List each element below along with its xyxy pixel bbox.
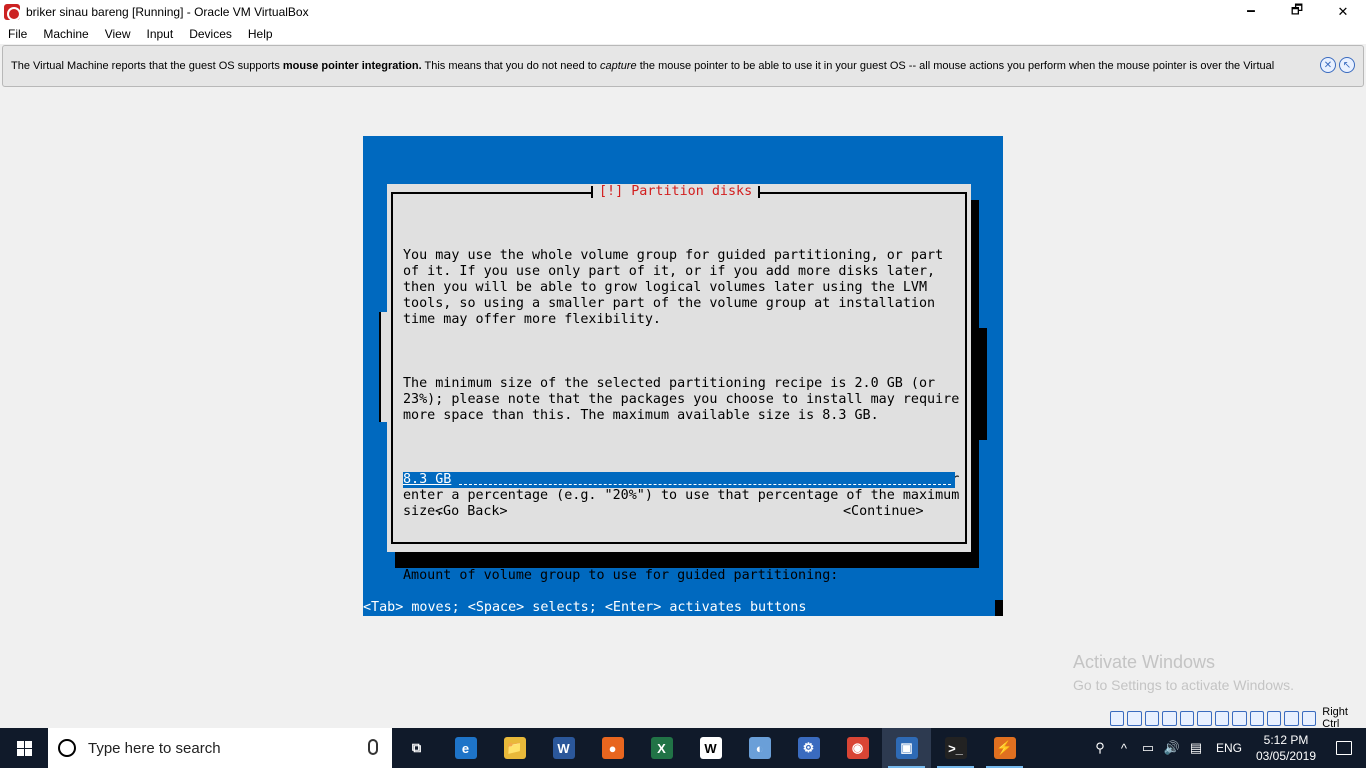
volume-size-value[interactable]: 8.3 GB <box>403 472 452 487</box>
network-tray-icon[interactable]: ▤ <box>1184 740 1208 756</box>
window-titlebar: briker sinau bareng [Running] - Oracle V… <box>0 0 1366 24</box>
taskbar-app-tool[interactable]: ⚡ <box>980 728 1029 768</box>
volume-icon[interactable]: 🔊 <box>1160 740 1184 756</box>
window-title: briker sinau bareng [Running] - Oracle V… <box>26 5 309 19</box>
action-center-button[interactable] <box>1322 741 1366 755</box>
menu-devices[interactable]: Devices <box>183 27 238 41</box>
clock-time: 5:12 PM <box>1263 733 1309 747</box>
partition-disks-dialog: [!] Partition disks You may use the whol… <box>387 184 971 583</box>
taskbar-app-mail[interactable]: ◐ <box>735 728 784 768</box>
firefox-icon: ● <box>601 737 624 759</box>
start-button[interactable] <box>0 728 48 768</box>
video-capture-icon[interactable] <box>1232 710 1247 726</box>
dialog-title: [!] Partition disks <box>591 184 761 200</box>
display-icon[interactable] <box>1214 710 1230 726</box>
menu-view[interactable]: View <box>99 27 137 41</box>
installer-help-line: <Tab> moves; <Space> selects; <Enter> ac… <box>363 600 807 615</box>
notification-icon <box>1336 741 1352 755</box>
mouse-integration-status-icon[interactable] <box>1284 710 1299 726</box>
instruction-paragraph-2: The minimum size of the selected partiti… <box>403 376 960 423</box>
activate-subtitle: Go to Settings to activate Windows. <box>1073 677 1294 693</box>
system-tray: ⚲ ^ ▭ 🔊 ▤ ENG 5:12 PM 03/05/2019 <box>1088 728 1366 768</box>
virtualbox-icon: ▣ <box>895 737 918 759</box>
search-placeholder: Type here to search <box>88 739 221 757</box>
banner-message: The Virtual Machine reports that the gue… <box>11 60 1275 72</box>
host-key-label: Right Ctrl <box>1322 706 1348 730</box>
clock-date: 03/05/2019 <box>1255 749 1317 763</box>
menu-file[interactable]: File <box>2 27 33 41</box>
volume-size-input[interactable]: 8.3 GB <box>403 472 955 488</box>
minimize-button[interactable]: 🗕 <box>1228 0 1274 24</box>
word-icon: W <box>552 737 575 759</box>
taskbar-app-edge[interactable]: e <box>441 728 490 768</box>
network-icon[interactable] <box>1162 710 1177 726</box>
cpu-icon[interactable] <box>1249 710 1264 726</box>
optical-drive-icon[interactable] <box>1127 710 1142 726</box>
taskbar-app-virtualbox[interactable]: ▣ <box>882 728 931 768</box>
guest-additions-icon[interactable] <box>1266 710 1282 726</box>
activate-title: Activate Windows <box>1073 652 1216 672</box>
close-button[interactable]: ✕ <box>1320 0 1366 24</box>
edge-icon: e <box>454 737 477 759</box>
taskbar-app-firefox[interactable]: ● <box>588 728 637 768</box>
terminal-cursor <box>995 600 1003 616</box>
continue-button[interactable]: <Continue> <box>843 504 924 520</box>
file-explorer-icon: 📁 <box>503 737 526 759</box>
language-indicator[interactable]: ENG <box>1216 741 1242 755</box>
taskbar-app-excel[interactable]: X <box>637 728 686 768</box>
windows-taskbar: Type here to search ⧉ e 📁 W ● X W ◐ ⚙ ◉ ▣ >_ ⚡ ⚲ ^ ▭… <box>0 728 1366 768</box>
taskbar-app-terminal[interactable]: >_ <box>931 728 980 768</box>
instruction-paragraph-1: You may use the whole volume group for g… <box>403 248 944 327</box>
task-view-icon: ⧉ <box>411 740 422 755</box>
windows-logo-icon <box>16 740 32 756</box>
menu-machine[interactable]: Machine <box>37 27 94 41</box>
taskbar-app-word[interactable]: W <box>539 728 588 768</box>
dialog-body: You may use the whole volume group for g… <box>403 216 963 616</box>
hard-disk-icon[interactable] <box>1110 710 1125 726</box>
vbox-status-bar: Right Ctrl <box>1110 706 1366 730</box>
clock[interactable]: 5:12 PM 03/05/2019 <box>1250 732 1322 764</box>
tool-icon: ⚡ <box>993 737 1016 759</box>
taskbar-apps: ⧉ e 📁 W ● X W ◐ ⚙ ◉ ▣ >_ ⚡ <box>392 728 1029 768</box>
people-icon[interactable]: ⚲ <box>1088 740 1112 756</box>
audio-icon[interactable] <box>1144 710 1160 726</box>
menu-input[interactable]: Input <box>141 27 180 41</box>
taskbar-app-network-app[interactable]: ⚙ <box>784 728 833 768</box>
terminal-icon: >_ <box>944 737 967 759</box>
maximize-button[interactable]: 🗗 <box>1274 0 1320 24</box>
input-underline <box>459 484 951 485</box>
mouse-integration-icon[interactable]: ↖ <box>1339 57 1355 73</box>
taskbar-app-task-view[interactable]: ⧉ <box>392 728 441 768</box>
menubar: File Machine View Input Devices Help <box>0 24 1366 44</box>
menu-help[interactable]: Help <box>242 27 279 41</box>
cortana-icon <box>58 739 76 757</box>
mouse-integration-banner: The Virtual Machine reports that the gue… <box>2 45 1364 87</box>
banner-actions: ✕ ↖ <box>1320 57 1355 73</box>
shared-folder-icon[interactable] <box>1197 710 1212 726</box>
close-notification-icon[interactable]: ✕ <box>1320 57 1336 73</box>
usb-icon[interactable] <box>1179 710 1195 726</box>
taskbar-app-file-explorer[interactable]: 📁 <box>490 728 539 768</box>
window-controls: 🗕 🗗 ✕ <box>1228 0 1366 24</box>
microphone-icon[interactable] <box>368 739 378 755</box>
go-back-button[interactable]: <Go Back> <box>435 504 508 520</box>
tray-overflow-icon[interactable]: ^ <box>1112 741 1136 756</box>
activate-windows-watermark: Activate Windows Go to Settings to activ… <box>1073 652 1294 693</box>
input-prompt: Amount of volume group to use for guided… <box>403 568 839 583</box>
taskbar-search[interactable]: Type here to search <box>48 728 392 768</box>
wattpad-icon: W <box>699 737 722 759</box>
chrome-icon: ◉ <box>846 737 869 759</box>
keyboard-capture-icon[interactable] <box>1301 710 1317 726</box>
battery-icon[interactable]: ▭ <box>1136 740 1160 756</box>
virtualbox-app-icon <box>4 4 21 21</box>
taskbar-app-chrome[interactable]: ◉ <box>833 728 882 768</box>
vm-display[interactable]: [!] Partition disks You may use the whol… <box>363 136 1003 616</box>
mail-icon: ◐ <box>748 737 771 759</box>
network-app-icon: ⚙ <box>797 737 820 759</box>
excel-icon: X <box>650 737 673 759</box>
taskbar-app-wattpad[interactable]: W <box>686 728 735 768</box>
